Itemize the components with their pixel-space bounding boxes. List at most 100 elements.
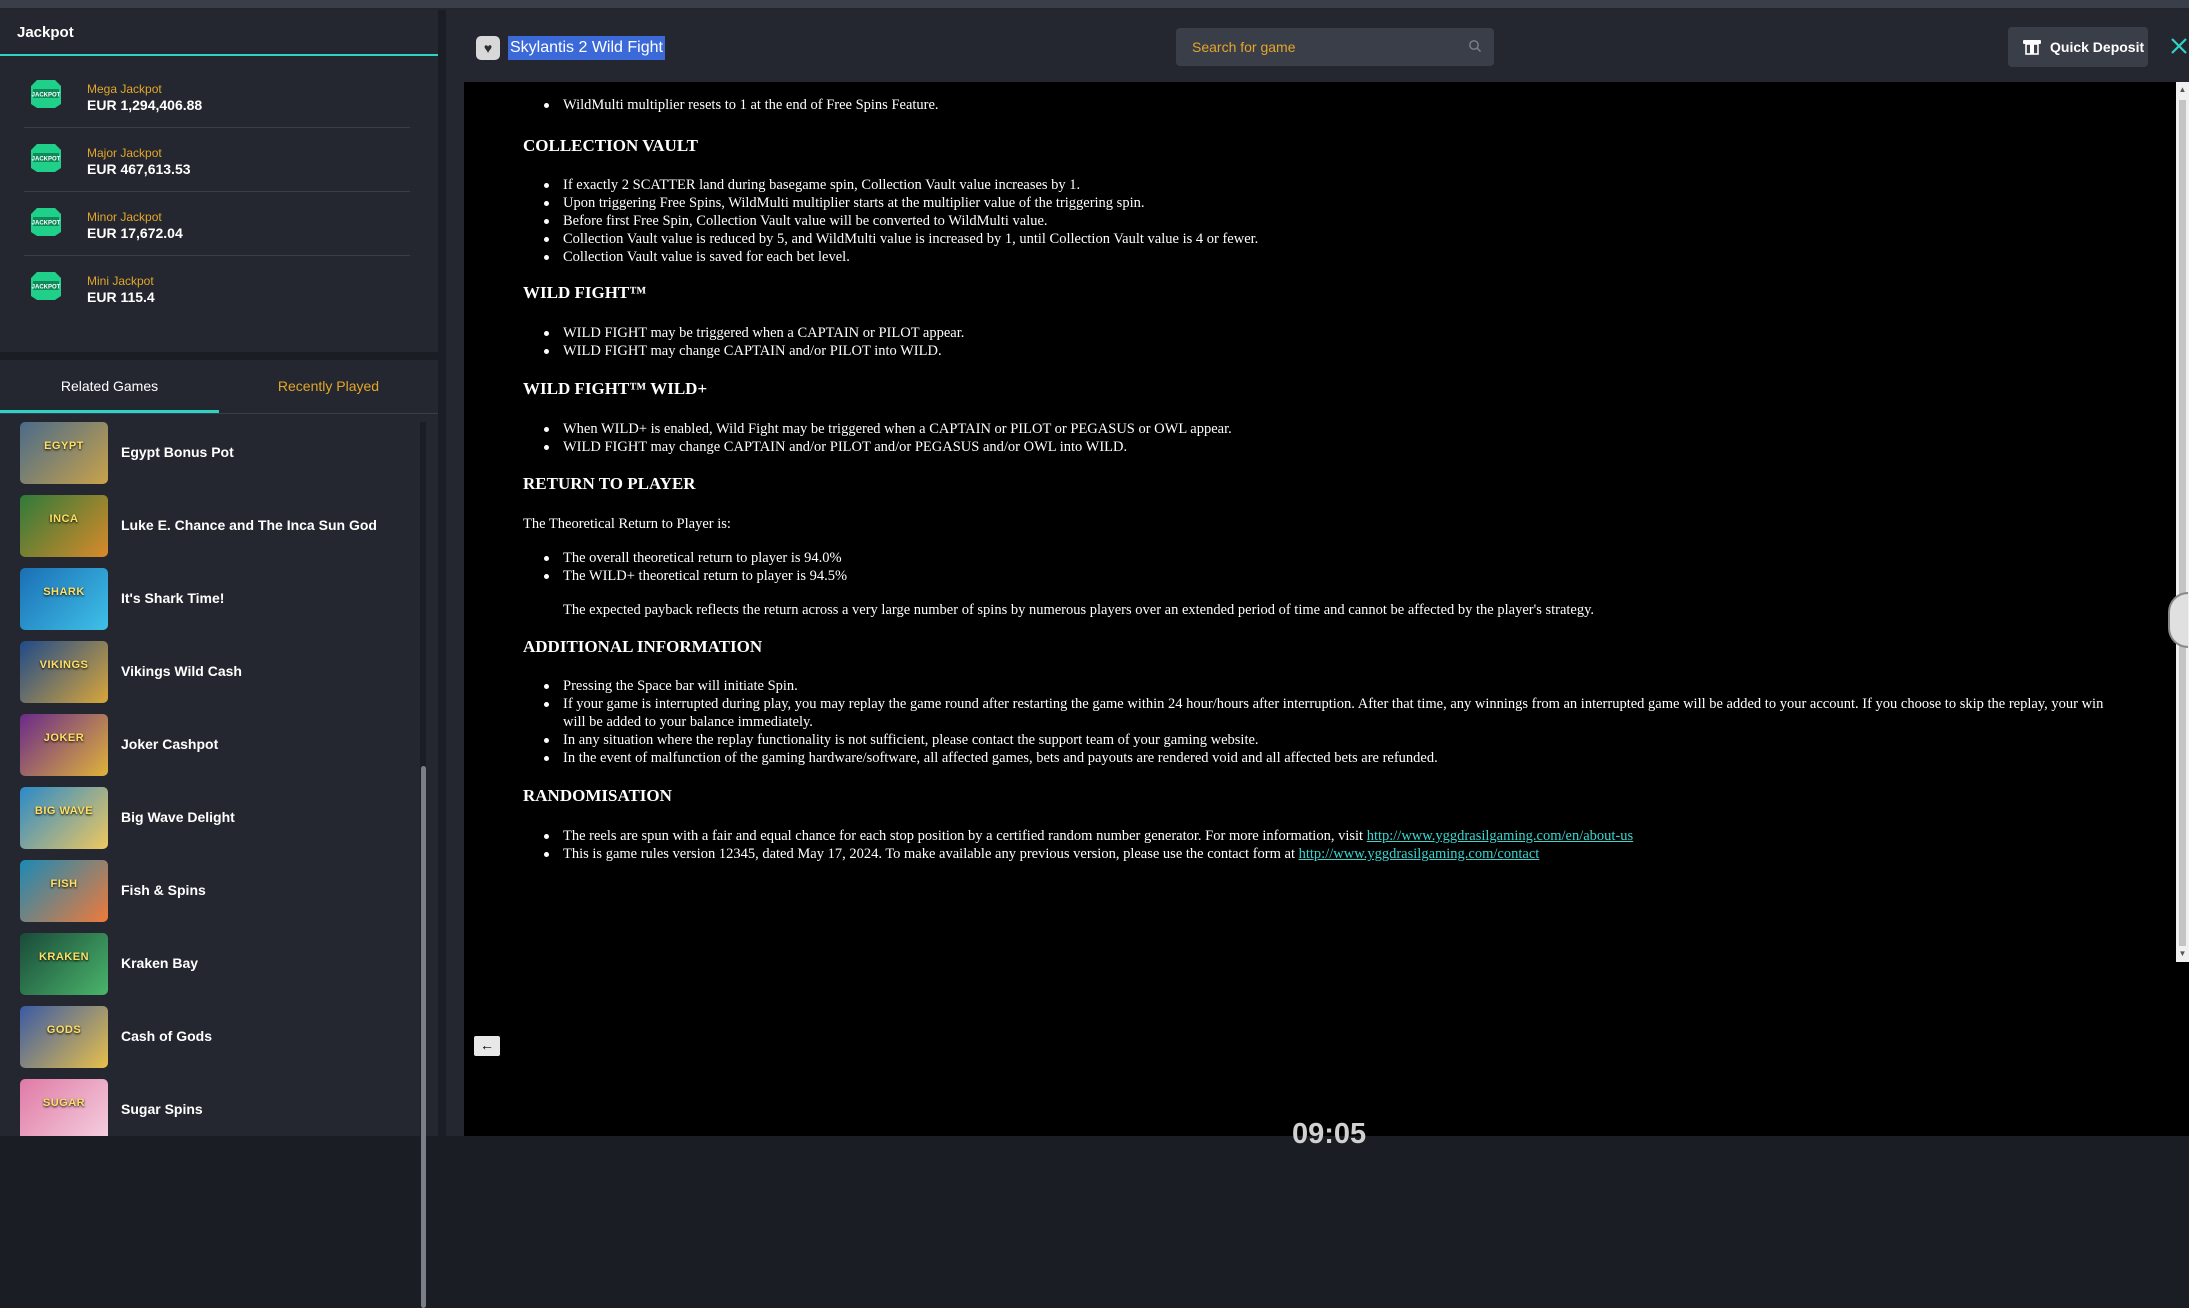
game-thumbnail[interactable]: SUGAR xyxy=(20,1079,108,1136)
game-name[interactable]: Sugar Spins xyxy=(121,1101,203,1117)
contact-link[interactable]: http://www.yggdrasilgaming.com/contact xyxy=(1299,846,1540,862)
rules-scroll-thumb[interactable] xyxy=(2179,100,2186,946)
games-tabs: Related Games Recently Played xyxy=(0,360,438,414)
search-icon[interactable] xyxy=(1468,39,1482,53)
game-name[interactable]: Cash of Gods xyxy=(121,1028,212,1044)
rtp-intro: The Theoretical Return to Player is: xyxy=(523,516,731,532)
jackpot-row: JACKPOT Mini Jackpot EUR 115.4 xyxy=(24,256,410,320)
jackpot-row: JACKPOT Major Jackpot EUR 467,613.53 xyxy=(24,128,410,192)
games-panel: Related Games Recently Played EGYPT Egypt… xyxy=(0,360,438,1308)
game-thumbnail-label: JOKER xyxy=(43,732,85,744)
game-name[interactable]: Egypt Bonus Pot xyxy=(121,444,234,460)
game-list-item[interactable]: VIKINGS Vikings Wild Cash xyxy=(20,641,400,707)
rules-item: When WILD+ is enabled, Wild Fight may be… xyxy=(523,420,1232,438)
game-thumbnail[interactable]: EGYPT xyxy=(20,422,108,484)
game-thumbnail-label: EGYPT xyxy=(44,440,84,452)
tab-related-games[interactable]: Related Games xyxy=(0,360,219,413)
heading-randomisation: RANDOMISATION xyxy=(523,786,672,805)
search-input[interactable] xyxy=(1176,28,1494,66)
rules-item: WildMulti multiplier resets to 1 at the … xyxy=(523,96,939,114)
game-list-item[interactable]: EGYPT Egypt Bonus Pot xyxy=(20,422,400,488)
game-list-item[interactable]: FISH Fish & Spins xyxy=(20,860,400,926)
related-games-list: EGYPT Egypt Bonus Pot INCA Luke E. Chance a… xyxy=(0,422,420,1136)
rules-item: Before first Free Spin, Collection Vault… xyxy=(523,212,1258,230)
jackpot-name: Minor Jackpot xyxy=(87,210,162,224)
jackpot-name: Mega Jackpot xyxy=(87,82,162,96)
rules-item: If your game is interrupted during play,… xyxy=(523,695,2123,731)
back-button[interactable]: ← xyxy=(474,1036,500,1056)
game-list-item[interactable]: KRAKEN Kraken Bay xyxy=(20,933,400,999)
rules-item: The WILD+ theoretical return to player i… xyxy=(523,567,847,585)
game-thumbnail-label: BIG WAVE xyxy=(34,805,94,817)
game-thumbnail-label: KRAKEN xyxy=(38,951,90,963)
game-list-item[interactable]: INCA Luke E. Chance and The Inca Sun God xyxy=(20,495,400,561)
game-thumbnail[interactable]: BIG WAVE xyxy=(20,787,108,849)
close-icon[interactable] xyxy=(2169,36,2189,56)
game-list-item[interactable]: SUGAR Sugar Spins xyxy=(20,1079,400,1136)
game-thumbnail[interactable]: INCA xyxy=(20,495,108,557)
quick-deposit-button[interactable]: Quick Deposit xyxy=(2008,27,2148,67)
jackpot-name: Major Jackpot xyxy=(87,146,162,160)
randomisation-list: The reels are spun with a fair and equal… xyxy=(523,827,1633,863)
game-thumbnail-label: GODS xyxy=(46,1024,82,1036)
jackpot-title: Jackpot xyxy=(0,10,438,56)
left-sidebar: Jackpot JACKPOT Mega Jackpot EUR 1,294,406… xyxy=(0,10,440,1308)
game-thumbnail-label: FISH xyxy=(50,878,78,890)
game-thumbnail[interactable]: FISH xyxy=(20,860,108,922)
jackpot-panel: Jackpot JACKPOT Mega Jackpot EUR 1,294,406… xyxy=(0,10,438,352)
game-name[interactable]: It's Shark Time! xyxy=(121,590,224,606)
window-top-strip xyxy=(0,0,2189,10)
scroll-down-arrow-icon[interactable]: ▼ xyxy=(2178,948,2187,960)
favorite-heart-icon[interactable]: ♥ xyxy=(476,36,500,60)
game-frame: WildMulti multiplier resets to 1 at the … xyxy=(464,82,2189,1150)
jackpot-row: JACKPOT Minor Jackpot EUR 17,672.04 xyxy=(24,192,410,256)
game-list-item[interactable]: BIG WAVE Big Wave Delight xyxy=(20,787,400,853)
rules-item: The overall theoretical return to player… xyxy=(523,549,847,567)
rules-scrollbar[interactable]: ▲ ▼ xyxy=(2176,82,2189,962)
game-list-item[interactable]: JOKER Joker Cashpot xyxy=(20,714,400,780)
scroll-up-arrow-icon[interactable]: ▲ xyxy=(2178,84,2187,96)
game-name[interactable]: Joker Cashpot xyxy=(121,736,218,752)
games-scroll-thumb[interactable] xyxy=(421,766,426,1308)
rtp-list: The overall theoretical return to player… xyxy=(523,549,847,585)
game-thumbnail-label: SHARK xyxy=(43,586,85,598)
game-thumbnail[interactable]: GODS xyxy=(20,1006,108,1068)
game-name[interactable]: Luke E. Chance and The Inca Sun God xyxy=(121,517,377,533)
jackpot-badge-icon: JACKPOT xyxy=(31,272,61,300)
game-list-item[interactable]: GODS Cash of Gods xyxy=(20,1006,400,1072)
main-area: ♥ Skylantis 2 Wild Fight Quick Deposit W… xyxy=(446,10,2189,1150)
jackpot-value: EUR 467,613.53 xyxy=(87,161,191,177)
jackpot-badge-text: JACKPOT xyxy=(32,221,61,227)
rules-item: Upon triggering Free Spins, WildMulti mu… xyxy=(523,194,1258,212)
rules-item: The reels are spun with a fair and equal… xyxy=(523,827,1633,845)
game-thumbnail-label: VIKINGS xyxy=(39,659,89,671)
game-thumbnail[interactable]: SHARK xyxy=(20,568,108,630)
rules-item: This is game rules version 12345, dated … xyxy=(523,845,1633,863)
game-name[interactable]: Fish & Spins xyxy=(121,882,206,898)
rules-top-list: WildMulti multiplier resets to 1 at the … xyxy=(523,96,939,114)
game-name[interactable]: Vikings Wild Cash xyxy=(121,663,242,679)
about-us-link[interactable]: http://www.yggdrasilgaming.com/en/about-… xyxy=(1367,828,1633,844)
jackpot-value: EUR 115.4 xyxy=(87,289,155,305)
side-handle[interactable] xyxy=(2168,592,2188,648)
rules-item: In the event of malfunction of the gamin… xyxy=(523,749,2123,767)
heading-collection-vault: COLLECTION VAULT xyxy=(523,136,698,155)
jackpot-badge-icon: JACKPOT xyxy=(31,208,61,236)
heading-wild-fight-plus: WILD FIGHT™ WILD+ xyxy=(523,379,708,398)
game-name[interactable]: Kraken Bay xyxy=(121,955,198,971)
game-list-item[interactable]: SHARK It's Shark Time! xyxy=(20,568,400,634)
game-thumbnail[interactable]: JOKER xyxy=(20,714,108,776)
rules-item: Pressing the Space bar will initiate Spi… xyxy=(523,677,2123,695)
jackpot-badge-text: JACKPOT xyxy=(32,93,61,99)
rules-item: Collection Vault value is saved for each… xyxy=(523,248,1258,266)
game-title: Skylantis 2 Wild Fight xyxy=(508,36,665,60)
rules-item: WILD FIGHT may be triggered when a CAPTA… xyxy=(523,324,964,342)
game-thumbnail[interactable]: VIKINGS xyxy=(20,641,108,703)
game-thumbnail-label: INCA xyxy=(49,513,79,525)
game-thumbnail-label: SUGAR xyxy=(42,1097,86,1109)
heading-additional-information: ADDITIONAL INFORMATION xyxy=(523,637,763,656)
tab-recently-played[interactable]: Recently Played xyxy=(219,360,438,413)
game-rules-panel: WildMulti multiplier resets to 1 at the … xyxy=(464,82,2176,962)
game-name[interactable]: Big Wave Delight xyxy=(121,809,235,825)
game-thumbnail[interactable]: KRAKEN xyxy=(20,933,108,995)
